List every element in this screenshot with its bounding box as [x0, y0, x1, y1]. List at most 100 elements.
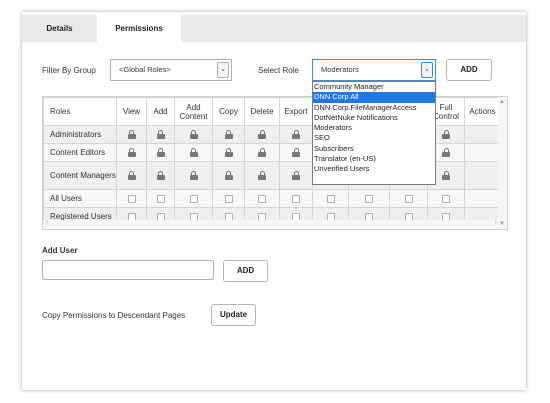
permission-cell — [146, 161, 175, 190]
column-header: Roles — [43, 97, 117, 126]
permission-checkbox[interactable] — [404, 194, 413, 203]
lock-icon — [127, 148, 136, 158]
lock-icon — [156, 148, 165, 158]
actions-cell — [464, 161, 501, 190]
tab-permissions[interactable]: Permissions — [97, 15, 181, 42]
tab-details[interactable]: Details — [22, 15, 97, 42]
permission-cell[interactable] — [427, 189, 465, 208]
role-option[interactable]: Unverified Users — [313, 164, 435, 174]
permission-cell — [279, 161, 313, 190]
permission-checkbox[interactable] — [224, 194, 233, 203]
lock-icon — [224, 130, 233, 140]
scroll-left-icon[interactable]: ‹ — [46, 219, 48, 226]
vertical-scrollbar[interactable]: ▲ ▼ — [498, 97, 507, 229]
lock-icon — [442, 130, 450, 140]
lock-icon — [442, 171, 450, 181]
horizontal-scrollbar[interactable]: ‹ › — [43, 219, 500, 229]
lock-icon — [127, 171, 136, 181]
permission-cell[interactable] — [312, 189, 349, 208]
permission-cell — [279, 125, 313, 144]
select-role-value: Moderators — [321, 65, 359, 74]
table-row: All Users — [43, 189, 501, 208]
permission-cell — [116, 161, 147, 190]
permission-cell — [174, 161, 213, 190]
lock-icon — [258, 148, 266, 158]
lock-icon — [442, 148, 450, 158]
lock-icon — [156, 171, 165, 181]
permission-checkbox[interactable] — [156, 194, 165, 203]
permission-cell[interactable] — [389, 189, 428, 208]
role-option[interactable]: Moderators — [313, 123, 435, 133]
actions-cell — [464, 189, 501, 208]
permission-cell — [244, 161, 280, 190]
role-name: Administrators — [43, 125, 117, 144]
role-option[interactable]: SEO — [313, 133, 435, 143]
lock-icon — [258, 171, 266, 181]
lock-icon — [292, 130, 300, 140]
lock-icon — [292, 148, 300, 158]
column-header: Actions — [464, 97, 501, 126]
lock-icon — [189, 171, 198, 181]
column-header: View — [116, 97, 147, 126]
role-name: Content Managers — [43, 161, 117, 190]
role-option[interactable]: Subscribers — [313, 144, 435, 154]
permission-cell — [212, 143, 245, 162]
role-option[interactable]: DNN Corp All — [313, 92, 435, 103]
permission-cell[interactable] — [146, 189, 175, 208]
update-button[interactable]: Update — [211, 304, 256, 326]
permission-cell[interactable] — [244, 189, 280, 208]
lock-icon — [189, 130, 198, 140]
permission-checkbox[interactable] — [442, 194, 450, 203]
actions-cell — [464, 143, 501, 162]
column-header: Export — [279, 97, 313, 126]
role-option[interactable]: DotNetNuke Notifications — [313, 113, 435, 123]
filter-group-label: Filter By Group — [42, 66, 96, 75]
permission-cell — [146, 125, 175, 144]
chevron-down-icon: ⌄ — [217, 62, 229, 78]
copy-permissions-label: Copy Permissions to Descendant Pages — [42, 311, 186, 320]
permission-checkbox[interactable] — [292, 194, 300, 203]
permission-cell — [146, 143, 175, 162]
role-option[interactable]: Translator (en-US) — [313, 154, 435, 164]
permissions-panel: Details Permissions Filter By Group <Glo… — [22, 12, 526, 390]
permission-checkbox[interactable] — [258, 194, 266, 203]
column-header: Add — [146, 97, 175, 126]
permission-cell — [116, 125, 147, 144]
permission-cell — [174, 125, 213, 144]
add-user-button[interactable]: ADD — [223, 260, 268, 282]
filter-group-select[interactable]: <Global Roles> ⌄ — [110, 59, 232, 81]
scroll-up-icon[interactable]: ▲ — [499, 99, 505, 105]
permission-checkbox[interactable] — [365, 194, 373, 203]
role-name: Content Editors — [43, 143, 117, 162]
lock-icon — [156, 130, 165, 140]
permission-cell — [244, 143, 280, 162]
permission-checkbox[interactable] — [127, 194, 136, 203]
permission-checkbox[interactable] — [189, 194, 198, 203]
filter-group-value: <Global Roles> — [119, 65, 171, 74]
role-option[interactable]: Community Manager — [313, 82, 435, 92]
permission-cell — [279, 143, 313, 162]
permission-cell[interactable] — [212, 189, 245, 208]
select-role-dropdown[interactable]: Moderators ⌄ — [312, 59, 436, 81]
permission-cell[interactable] — [348, 189, 390, 208]
permission-cell[interactable] — [116, 189, 147, 208]
select-role-label: Select Role — [258, 66, 299, 75]
scroll-right-icon[interactable]: › — [495, 219, 497, 226]
role-option[interactable]: DNN Corp.FileManagerAccess — [313, 103, 435, 113]
lock-icon — [224, 171, 233, 181]
column-header: Add Content — [174, 97, 213, 126]
lock-icon — [189, 148, 198, 158]
actions-cell — [464, 125, 501, 144]
permission-cell[interactable] — [174, 189, 213, 208]
permission-cell[interactable] — [279, 189, 313, 208]
permission-cell — [244, 125, 280, 144]
permission-cell — [116, 143, 147, 162]
add-role-button[interactable]: ADD — [446, 59, 492, 81]
lock-icon — [127, 130, 136, 140]
lock-icon — [292, 171, 300, 181]
chevron-down-icon: ⌄ — [421, 62, 433, 78]
permission-checkbox[interactable] — [326, 194, 335, 203]
permissions-grid: RolesViewAddAdd ContentCopyDeleteExportI… — [42, 96, 508, 230]
permission-cell — [212, 125, 245, 144]
add-user-input[interactable] — [42, 260, 214, 280]
